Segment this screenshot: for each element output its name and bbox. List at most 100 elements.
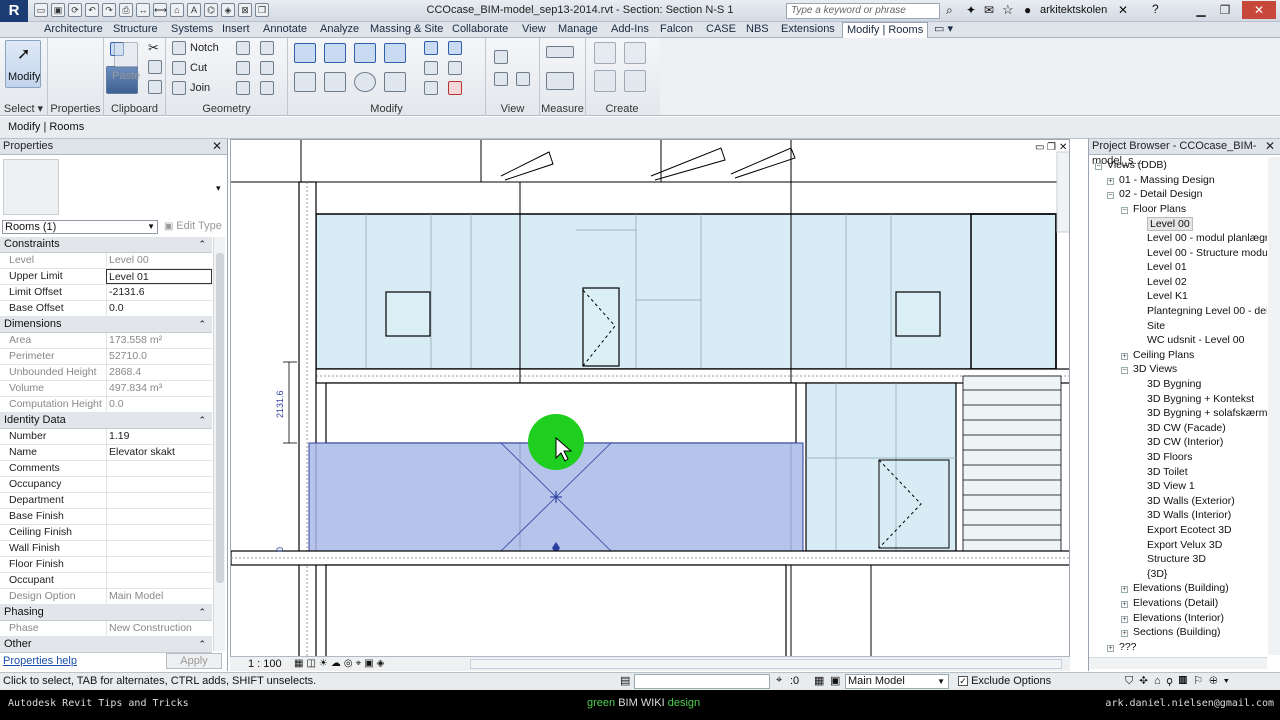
- browser-node[interactable]: {3D}: [1147, 568, 1167, 580]
- dimension-value-small[interactable]: 0: [275, 547, 285, 552]
- pin-icon[interactable]: [424, 81, 438, 95]
- delete-icon[interactable]: [448, 81, 462, 95]
- view-close-icon[interactable]: ✕: [1059, 142, 1067, 153]
- favorites-star-icon[interactable]: ☆: [1002, 2, 1014, 18]
- switch-windows-icon[interactable]: ❐: [255, 3, 269, 17]
- save-icon[interactable]: ▣: [51, 3, 65, 17]
- join-button[interactable]: Join: [190, 82, 210, 94]
- property-value[interactable]: [106, 573, 212, 588]
- browser-node[interactable]: Level 00 - Structure modu: [1147, 247, 1267, 259]
- browser-node[interactable]: 3D Bygning + Kontekst: [1147, 393, 1254, 405]
- expand-icon[interactable]: +: [1121, 601, 1128, 608]
- browser-node[interactable]: Structure 3D: [1147, 553, 1206, 565]
- browser-node[interactable]: 01 - Massing Design: [1119, 174, 1215, 186]
- property-value[interactable]: [106, 525, 212, 540]
- browser-node[interactable]: Ceiling Plans: [1133, 349, 1194, 361]
- collapse-icon[interactable]: ⌃: [198, 637, 206, 652]
- help-icon[interactable]: ?: [1152, 2, 1159, 16]
- mirror-pick-axis-icon[interactable]: [354, 43, 376, 63]
- wall-joins-icon[interactable]: [236, 41, 250, 55]
- section-view-canvas[interactable]: 2131.6 0 ▭ ❐ ✕: [230, 139, 1070, 658]
- browser-node[interactable]: Sections (Building): [1133, 626, 1221, 638]
- copy-icon[interactable]: [148, 60, 162, 74]
- design-options-icon[interactable]: ▦: [814, 674, 824, 687]
- app-menu-button[interactable]: R: [0, 0, 28, 22]
- browser-node[interactable]: Level 02: [1147, 276, 1187, 288]
- collapse-icon[interactable]: −: [1095, 163, 1102, 170]
- cut-geometry-icon[interactable]: [172, 61, 186, 75]
- browser-node[interactable]: 3D Bygning: [1147, 378, 1201, 390]
- view-scale[interactable]: 1 : 100: [248, 658, 282, 670]
- property-value[interactable]: 1.19: [106, 429, 212, 444]
- browser-node[interactable]: Elevations (Building): [1133, 582, 1229, 594]
- design-option-selector[interactable]: Main Model ▼: [845, 674, 949, 689]
- tab-structure[interactable]: Structure: [113, 22, 158, 38]
- open-icon[interactable]: ▭: [34, 3, 48, 17]
- active-option-icon[interactable]: ▣: [830, 674, 840, 687]
- tab-extensions[interactable]: Extensions: [781, 22, 835, 38]
- section-constraints[interactable]: Constraints ⌃: [0, 237, 212, 253]
- collapse-icon[interactable]: ⌃: [198, 413, 206, 428]
- browser-node[interactable]: Level 00 - modul planlægn: [1147, 232, 1267, 244]
- browser-node[interactable]: 3D Walls (Interior): [1147, 509, 1231, 521]
- communication-icon[interactable]: ✉: [984, 3, 994, 17]
- close-icon[interactable]: ✕: [212, 139, 222, 154]
- section-phasing[interactable]: Phasing ⌃: [0, 605, 212, 621]
- user-icon[interactable]: ●: [1024, 3, 1031, 17]
- align-icon[interactable]: [294, 43, 316, 63]
- maximize-icon[interactable]: ❐: [1214, 1, 1236, 19]
- dimension-icon[interactable]: ⟷: [153, 3, 167, 17]
- view-controls-icons[interactable]: ▦◫☀☁◎⌖▣◈: [294, 658, 387, 669]
- browser-node[interactable]: 3D Floors: [1147, 451, 1193, 463]
- collapse-icon[interactable]: −: [1107, 192, 1114, 200]
- view-restore-icon[interactable]: ❐: [1047, 142, 1056, 153]
- linework-icon[interactable]: [516, 72, 530, 86]
- split-face-icon[interactable]: [260, 41, 274, 55]
- tab-nbs[interactable]: NBS: [746, 22, 769, 38]
- rotate-icon[interactable]: [354, 72, 376, 92]
- section-other[interactable]: Other ⌃: [0, 637, 212, 653]
- override-graphics-icon[interactable]: [494, 72, 508, 86]
- browser-node[interactable]: 3D View 1: [1147, 480, 1195, 492]
- sync-icon[interactable]: ⟳: [68, 3, 82, 17]
- browser-node[interactable]: Floor Plans: [1133, 203, 1186, 215]
- minimize-icon[interactable]: ▁: [1190, 1, 1212, 19]
- paste-icon[interactable]: [114, 42, 138, 68]
- property-value[interactable]: [106, 541, 212, 556]
- browser-node[interactable]: WC udsnit - Level 00: [1147, 334, 1244, 346]
- browser-node[interactable]: Level 01: [1147, 261, 1187, 273]
- browser-horizontal-scrollbar[interactable]: [1089, 657, 1267, 669]
- cut-icon[interactable]: ✂: [148, 40, 159, 56]
- properties-scrollbar[interactable]: [213, 237, 225, 651]
- apply-button[interactable]: Apply: [166, 653, 222, 669]
- navigation-bar[interactable]: [1056, 151, 1070, 233]
- binoculars-icon[interactable]: ⌕: [946, 3, 953, 18]
- browser-node[interactable]: Elevations (Interior): [1133, 612, 1224, 624]
- browser-node[interactable]: 02 - Detail Design: [1119, 188, 1202, 200]
- tab-modify-rooms[interactable]: Modify | Rooms: [842, 22, 929, 38]
- subscription-icon[interactable]: ✦: [966, 3, 976, 17]
- join-icon[interactable]: [172, 81, 186, 95]
- notch-button[interactable]: Notch: [190, 42, 219, 54]
- browser-node[interactable]: 3D Views: [1133, 363, 1177, 375]
- dimension-value[interactable]: 2131.6: [275, 390, 285, 418]
- collapse-icon[interactable]: ⌃: [198, 317, 206, 332]
- tab-analyze[interactable]: Analyze: [320, 22, 359, 38]
- horizontal-scrollbar[interactable]: [470, 659, 1062, 669]
- property-value[interactable]: [106, 557, 212, 572]
- workset-selector[interactable]: [634, 674, 770, 689]
- browser-node[interactable]: Level K1: [1147, 290, 1188, 302]
- edit-type-button[interactable]: ▣ Edit Type: [164, 220, 222, 232]
- collapse-icon[interactable]: ⌃: [198, 237, 206, 252]
- browser-node[interactable]: 3D CW (Facade): [1147, 422, 1226, 434]
- property-value[interactable]: Level 01: [106, 269, 212, 284]
- selection-filter-icons[interactable]: ⛉✥⌂⚲▦⚐⊕▾: [1125, 674, 1235, 688]
- measure-icon[interactable]: ↔: [136, 3, 150, 17]
- paint-icon[interactable]: [236, 61, 250, 75]
- browser-node[interactable]: 3D CW (Interior): [1147, 436, 1223, 448]
- redo-icon[interactable]: ↷: [102, 3, 116, 17]
- browser-node[interactable]: ???: [1119, 641, 1137, 653]
- browser-node[interactable]: 3D Toilet: [1147, 466, 1188, 478]
- text-icon[interactable]: A: [187, 3, 201, 17]
- tab-view[interactable]: View: [522, 22, 546, 38]
